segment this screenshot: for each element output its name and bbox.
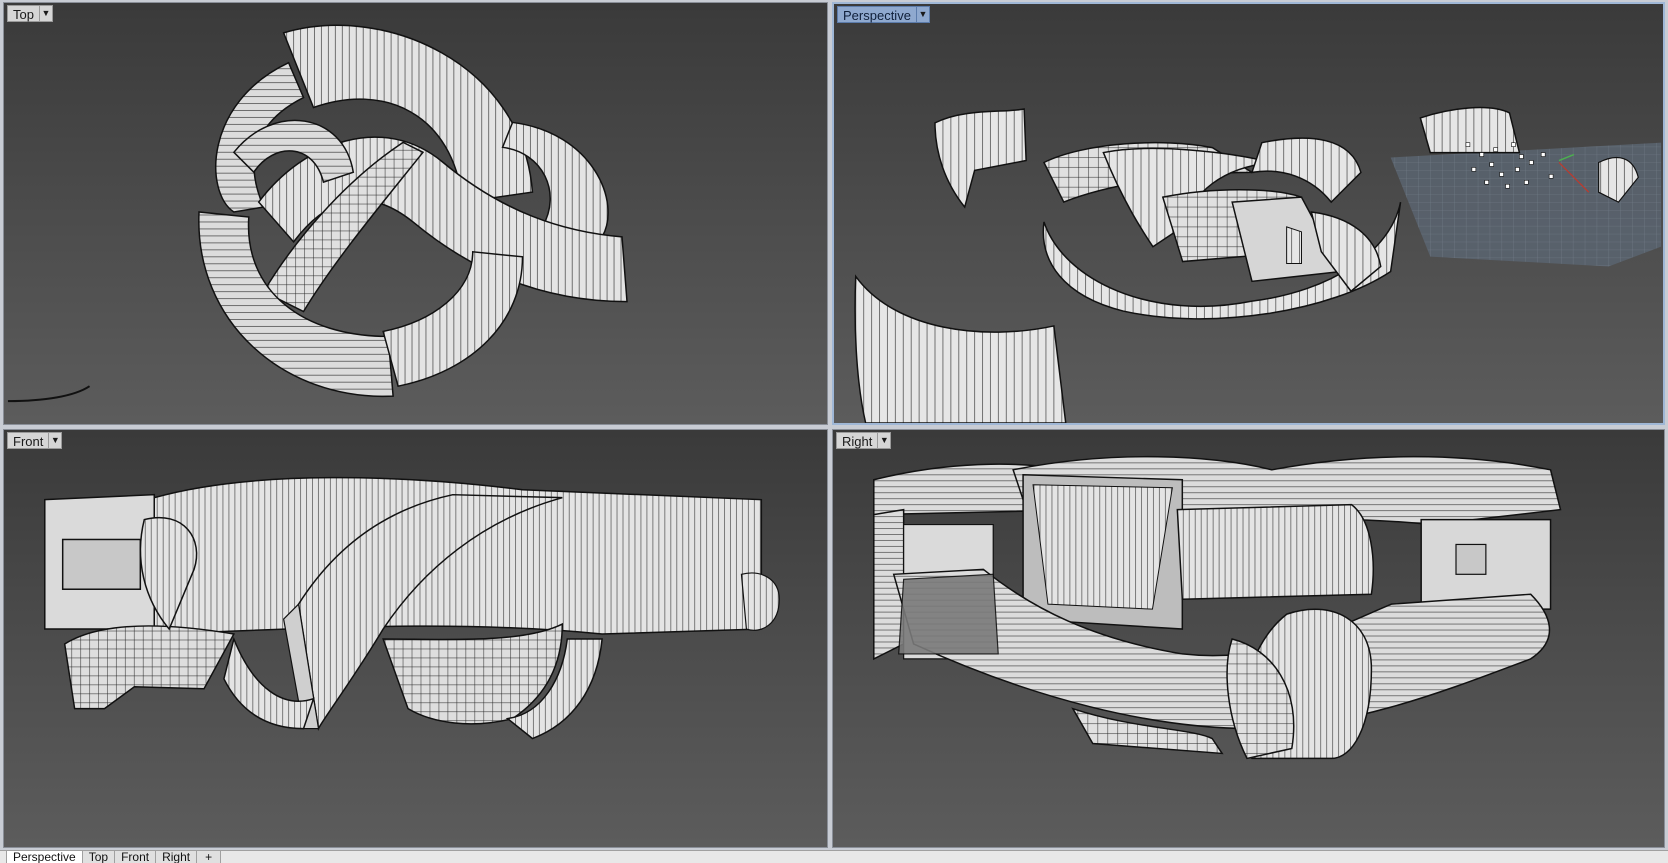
right-view-geometry <box>873 455 1562 760</box>
top-view-geometry <box>7 24 628 403</box>
viewport-name-right[interactable]: Right <box>836 432 879 449</box>
viewport-tab-bar: Perspective Top Front Right + <box>0 850 1668 863</box>
tab-top[interactable]: Top <box>82 851 116 863</box>
viewport-name-top[interactable]: Top <box>7 5 40 22</box>
tab-right[interactable]: Right <box>156 851 198 863</box>
chevron-down-icon[interactable]: ▼ <box>878 432 892 449</box>
perspective-view-geometry <box>854 106 1662 423</box>
viewport-title-right[interactable]: Right ▼ <box>836 432 892 449</box>
right-viewport[interactable]: Right ▼ <box>832 429 1665 848</box>
tab-front[interactable]: Front <box>115 851 157 863</box>
viewport-title-front[interactable]: Front ▼ <box>7 432 63 449</box>
rhino-workspace: Top ▼ Perspective ▼ Front ▼ Right ▼ Pers… <box>0 0 1668 863</box>
viewport-title-perspective[interactable]: Perspective ▼ <box>837 6 930 23</box>
front-viewport[interactable]: Front ▼ <box>3 429 828 848</box>
plus-icon[interactable]: + <box>197 851 222 863</box>
perspective-viewport[interactable]: Perspective ▼ <box>832 2 1665 425</box>
chevron-down-icon[interactable]: ▼ <box>916 6 930 23</box>
viewport-name-front[interactable]: Front <box>7 432 50 449</box>
tab-perspective[interactable]: Perspective <box>6 851 83 863</box>
chevron-down-icon[interactable]: ▼ <box>39 5 53 22</box>
viewport-title-top[interactable]: Top ▼ <box>7 5 53 22</box>
viewport-name-perspective[interactable]: Perspective <box>837 6 917 23</box>
chevron-down-icon[interactable]: ▼ <box>49 432 63 449</box>
top-viewport[interactable]: Top ▼ <box>3 2 828 425</box>
front-view-geometry <box>44 476 780 740</box>
